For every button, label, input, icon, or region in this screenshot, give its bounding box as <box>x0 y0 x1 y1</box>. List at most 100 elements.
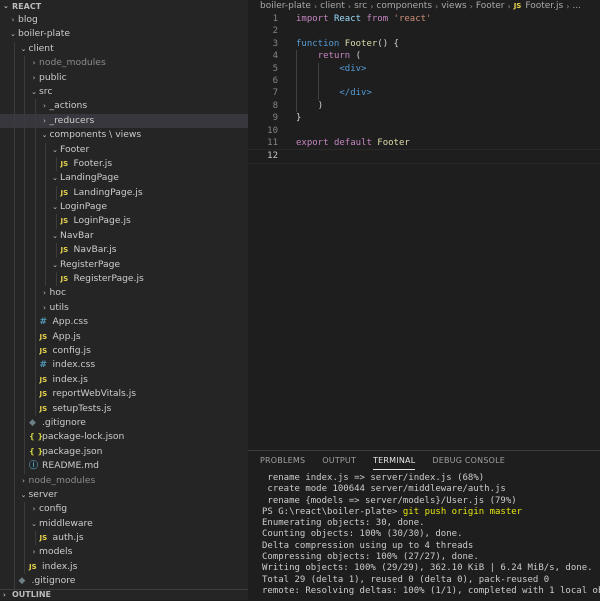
code-line[interactable]: 9} <box>248 112 600 124</box>
file-item[interactable]: # App.css <box>0 315 248 330</box>
indent-guide <box>34 156 36 172</box>
folder-item[interactable]: ⌄ src <box>0 84 248 100</box>
tab-debug-console[interactable]: DEBUG CONSOLE <box>432 451 505 471</box>
folder-item[interactable]: ⌄ client <box>0 41 248 57</box>
folder-item[interactable]: ⌄ middleware <box>0 516 248 532</box>
code-line[interactable]: 7 </div> <box>248 87 600 100</box>
indent-guide <box>34 171 36 186</box>
code-line[interactable]: 2 <box>248 25 600 37</box>
folder-item[interactable]: › config <box>0 502 248 517</box>
file-item[interactable]: { } package-lock.json <box>0 430 248 445</box>
breadcrumb-item[interactable]: views <box>441 0 466 13</box>
terminal-output[interactable]: rename index.js => server/index.js (68%)… <box>248 471 600 597</box>
breadcrumb-item[interactable]: boiler-plate <box>260 0 311 13</box>
file-item[interactable]: JS LandingPage.js <box>0 185 248 201</box>
tree-item-label: index.css <box>52 359 96 371</box>
indent-guide <box>13 430 15 445</box>
folder-item[interactable]: ⌄ LoginPage <box>0 200 248 215</box>
tab-problems[interactable]: PROBLEMS <box>260 451 305 471</box>
indent-guide <box>34 329 36 344</box>
code-line[interactable]: 11 export default Footer <box>248 137 600 149</box>
folder-item[interactable]: › public <box>0 70 248 85</box>
code-line[interactable]: 4 return ( <box>248 50 600 63</box>
indent-guide <box>45 171 46 186</box>
outline-header[interactable]: › OUTLINE <box>0 589 248 600</box>
folder-item[interactable]: › utils <box>0 300 248 316</box>
file-item[interactable]: JS index.js <box>0 559 248 575</box>
code-line[interactable]: 10 <box>248 125 600 137</box>
tree-item-label: public <box>39 71 67 83</box>
file-item[interactable]: JS App.js <box>0 329 248 344</box>
folder-item[interactable]: › _actions <box>0 99 248 114</box>
file-item[interactable]: ⓘ README.md <box>0 459 248 474</box>
breadcrumb-item[interactable]: client <box>320 0 345 13</box>
code-line[interactable]: 12 <box>248 149 600 164</box>
explorer-header[interactable]: ⌄ REACT <box>0 0 248 13</box>
file-item[interactable]: JS index.js <box>0 372 248 388</box>
terminal-line: rename {models => server/models}/User.js… <box>262 495 517 506</box>
code-area[interactable]: 1 import React from 'react' 2 3 function Foo… <box>248 13 600 164</box>
line-number: 2 <box>272 26 278 37</box>
chevron-right-icon: › <box>507 2 511 11</box>
tree-item-label: Footer.js <box>73 157 113 169</box>
chevron-right-icon: › <box>32 73 36 82</box>
indent-guide <box>24 516 25 532</box>
folder-item[interactable]: ⌄ boiler-plate <box>0 27 248 41</box>
tree-item-label: App.css <box>52 316 89 328</box>
file-item[interactable]: JS LoginPage.js <box>0 214 248 229</box>
folder-item[interactable]: › node_modules <box>0 473 248 488</box>
file-item[interactable]: JS auth.js <box>0 531 248 546</box>
folder-item[interactable]: › hoc <box>0 286 248 301</box>
folder-item[interactable]: ⌄ NavBar <box>0 228 248 244</box>
file-item[interactable]: JS config.js <box>0 343 248 359</box>
folder-item[interactable]: › blog <box>0 13 248 27</box>
tree-item-label: LoginPage.js <box>73 215 131 227</box>
folder-item[interactable]: ⌄ LandingPage <box>0 171 248 186</box>
explorer-sidebar: ⌄ REACT › blog ⌄ boiler-plate ⌄ client › node_m… <box>0 0 248 600</box>
indent-guide <box>24 214 25 229</box>
code-line[interactable]: 3 function Footer() { <box>248 38 600 50</box>
breadcrumb-file[interactable]: Footer.js <box>525 0 563 13</box>
file-item[interactable]: JS Footer.js <box>0 156 248 172</box>
file-item[interactable]: JS reportWebVitals.js <box>0 387 248 402</box>
indent-guide <box>13 387 15 402</box>
breadcrumb-symbols[interactable]: ... <box>572 0 581 13</box>
indent-guide <box>13 401 15 416</box>
indent-guide <box>13 516 15 532</box>
indent-guide <box>13 156 15 172</box>
folder-item[interactable]: › node_modules <box>0 56 248 71</box>
indent-guide <box>24 415 25 431</box>
file-item[interactable]: JS RegisterPage.js <box>0 272 248 287</box>
breadcrumb-item[interactable]: src <box>354 0 367 13</box>
terminal-line: Delta compression using up to 4 threads <box>262 540 474 551</box>
tab-output[interactable]: OUTPUT <box>322 451 356 471</box>
tab-terminal[interactable]: TERMINAL <box>373 451 416 471</box>
code-text: <div> <box>296 62 366 75</box>
breadcrumb-item[interactable]: components <box>376 0 432 13</box>
code-line[interactable]: 8 ) <box>248 99 600 113</box>
file-item[interactable]: { } package.json <box>0 444 248 460</box>
chevron-down-icon: ⌄ <box>3 2 9 10</box>
indent-guide <box>13 358 15 373</box>
file-item[interactable]: ◆ .gitignore <box>0 574 248 589</box>
folder-item[interactable]: ⌄ RegisterPage <box>0 257 248 273</box>
folder-item[interactable]: ⌄ components \ views <box>0 128 248 143</box>
file-item[interactable]: # index.css <box>0 358 248 373</box>
indent-guide <box>24 444 25 460</box>
file-item[interactable]: JS setupTests.js <box>0 401 248 416</box>
folder-item[interactable]: ⌄ server <box>0 487 248 503</box>
chevron-right-icon: › <box>370 2 374 11</box>
folder-item[interactable]: › models <box>0 545 248 560</box>
tree-item-label: LandingPage <box>60 172 119 184</box>
code-line[interactable]: 1 import React from 'react' <box>248 13 600 25</box>
file-item[interactable]: JS NavBar.js <box>0 243 248 258</box>
indent-guide <box>13 300 15 316</box>
file-item[interactable]: ◆ .gitignore <box>0 415 248 431</box>
breadcrumb-item[interactable]: Footer <box>476 0 505 13</box>
code-line[interactable]: 5 <div> <box>248 62 600 75</box>
code-line[interactable]: 6 <box>248 74 600 88</box>
code-editor[interactable]: boiler-plate › client › src › components › views… <box>248 0 600 440</box>
folder-item[interactable]: › _reducers <box>0 113 248 129</box>
indent-guide <box>24 387 25 402</box>
folder-item[interactable]: ⌄ Footer <box>0 142 248 157</box>
